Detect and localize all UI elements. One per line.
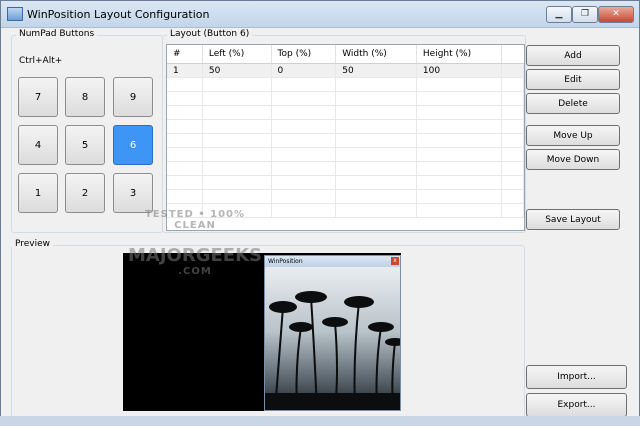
- export-button[interactable]: Export...: [526, 393, 627, 417]
- maximize-button[interactable]: ❐: [572, 6, 598, 23]
- empty-row: [167, 105, 524, 120]
- cell-left: 50: [202, 63, 272, 78]
- watermark-line-3: .COM: [178, 266, 212, 277]
- column-header-filler: [501, 45, 524, 64]
- numpad-key-2[interactable]: 2: [65, 173, 105, 213]
- cell-filler: [501, 63, 524, 78]
- app-window: WinPosition Layout Configuration ▁ ❐ ✕ N…: [0, 0, 640, 426]
- column-header-top[interactable]: Top (%): [271, 45, 337, 64]
- column-header-left[interactable]: Left (%): [202, 45, 272, 64]
- cell-width: 50: [335, 63, 417, 78]
- empty-row: [167, 147, 524, 162]
- background-strip: [0, 416, 640, 426]
- preview-close-icon: x: [391, 257, 399, 265]
- numpad-key-8[interactable]: 8: [65, 77, 105, 117]
- layout-group-label: Layout (Button 6): [167, 29, 253, 39]
- watermark-line-1: TESTED • 100% CLEAN: [144, 209, 246, 231]
- numpad-key-9[interactable]: 9: [113, 77, 153, 117]
- numpad-key-6-selected[interactable]: 6: [113, 125, 153, 165]
- cell-number: 1: [167, 63, 203, 78]
- preview-window-title: WinPosition: [268, 258, 303, 265]
- numpad-key-7[interactable]: 7: [18, 77, 58, 117]
- title-bar[interactable]: WinPosition Layout Configuration ▁ ❐ ✕: [1, 1, 639, 28]
- empty-row: [167, 133, 524, 148]
- column-header-width[interactable]: Width (%): [335, 45, 417, 64]
- column-header-height[interactable]: Height (%): [416, 45, 502, 64]
- modifier-label: Ctrl+Alt+: [19, 56, 63, 66]
- palm-trees-image: [265, 267, 400, 410]
- edit-button[interactable]: Edit: [526, 69, 620, 90]
- numpad-group-label: NumPad Buttons: [16, 29, 98, 39]
- empty-row: [167, 77, 524, 92]
- layout-table[interactable]: # Left (%) Top (%) Width (%) Height (%) …: [166, 44, 525, 231]
- table-header-row: # Left (%) Top (%) Width (%) Height (%): [167, 45, 524, 64]
- save-layout-button[interactable]: Save Layout: [526, 209, 620, 230]
- table-row[interactable]: 1 50 0 50 100: [167, 63, 524, 78]
- move-up-button[interactable]: Move Up: [526, 125, 620, 146]
- cell-height: 100: [416, 63, 502, 78]
- preview-window: WinPosition x: [264, 255, 401, 411]
- watermark: TESTED • 100% CLEAN MAJORGEEKS .COM: [125, 209, 265, 285]
- minimize-button[interactable]: ▁: [546, 6, 572, 23]
- numpad-key-3[interactable]: 3: [113, 173, 153, 213]
- empty-row: [167, 175, 524, 190]
- empty-row: [167, 119, 524, 134]
- import-button[interactable]: Import...: [526, 365, 627, 389]
- preview-group-label: Preview: [12, 239, 54, 249]
- delete-button[interactable]: Delete: [526, 93, 620, 114]
- column-header-number[interactable]: #: [167, 45, 203, 64]
- move-down-button[interactable]: Move Down: [526, 149, 620, 170]
- numpad-key-1[interactable]: 1: [18, 173, 58, 213]
- preview-window-titlebar: WinPosition x: [265, 256, 400, 267]
- app-icon: [7, 7, 23, 21]
- empty-row: [167, 161, 524, 176]
- add-button[interactable]: Add: [526, 45, 620, 66]
- numpad-key-4[interactable]: 4: [18, 125, 58, 165]
- close-button[interactable]: ✕: [598, 6, 634, 23]
- watermark-line-2: MAJORGEEKS: [128, 245, 262, 266]
- empty-row: [167, 91, 524, 106]
- cell-top: 0: [271, 63, 337, 78]
- numpad-key-5[interactable]: 5: [65, 125, 105, 165]
- window-title: WinPosition Layout Configuration: [27, 8, 210, 21]
- empty-row: [167, 189, 524, 204]
